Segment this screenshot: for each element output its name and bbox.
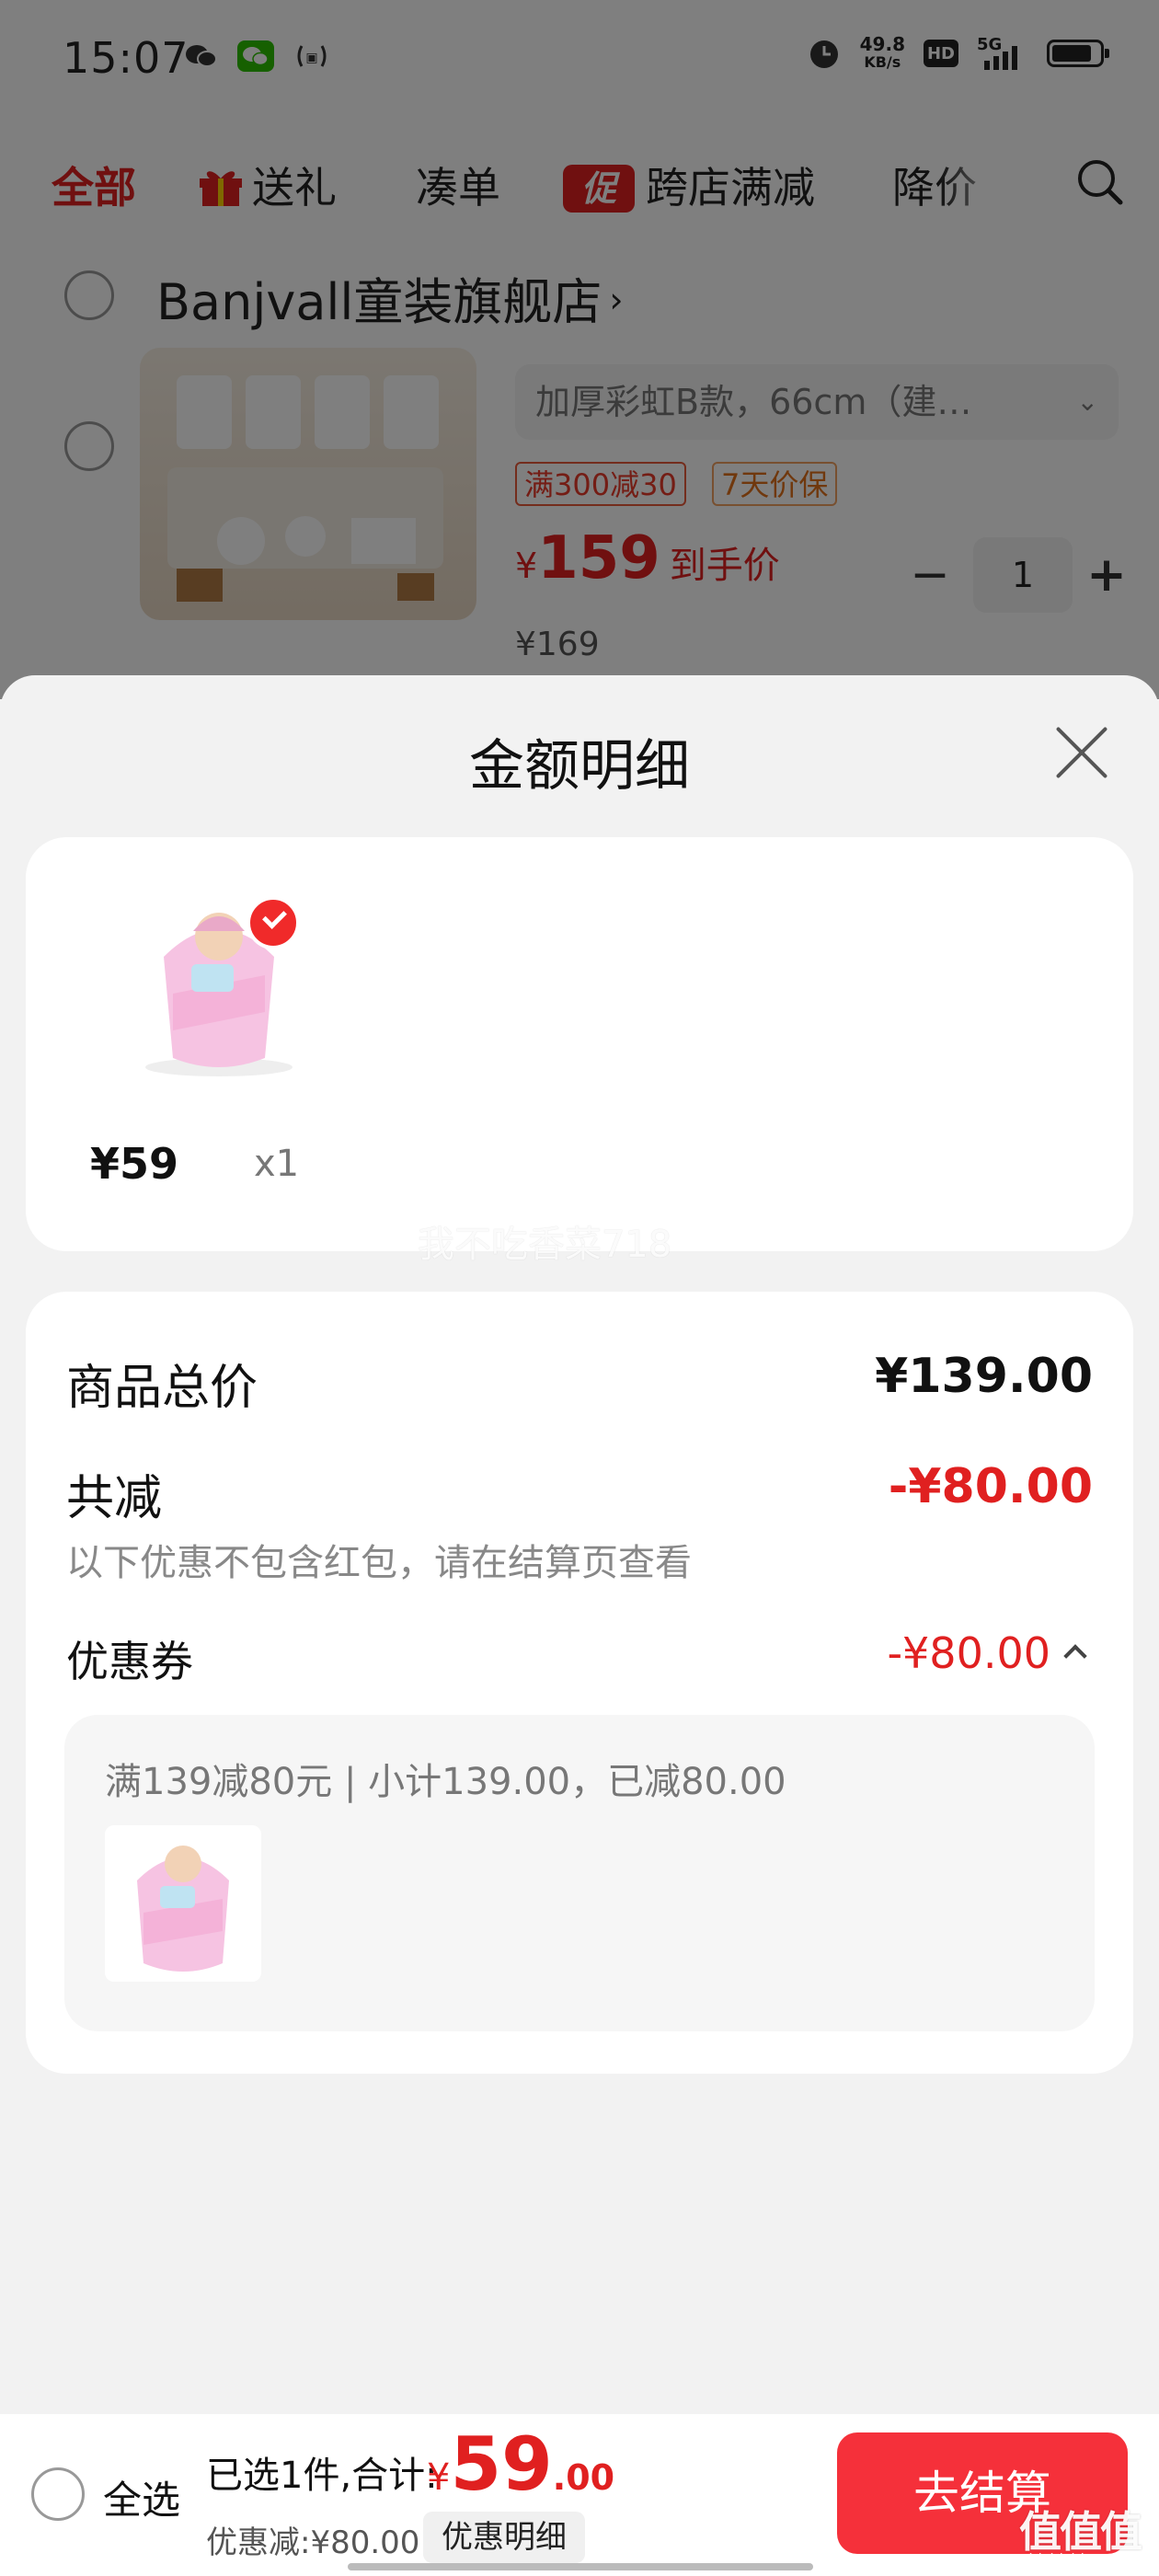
item-price: ¥59 — [90, 1139, 179, 1189]
close-icon[interactable] — [1052, 723, 1111, 782]
reduction-note: 以下优惠不包含红包，请在结算页查看 — [66, 1542, 692, 1584]
discount-detail-button[interactable]: 优惠明细 — [423, 2512, 585, 2563]
amount-detail-sheet: 金额明细 ¥59 x1 我不吃香菜718 商品总价 ¥139.00 共减 -¥8… — [0, 675, 1159, 2414]
modal-backdrop[interactable] — [0, 0, 1159, 699]
user-watermark: 我不吃香菜718 — [418, 1224, 672, 1266]
selected-summary: 已选1件,合计: — [206, 2455, 438, 2497]
total-amount: ¥59.00 — [427, 2421, 615, 2507]
goods-total-label: 商品总价 — [66, 1361, 258, 1416]
coupon-detail-box: 满139减80元 | 小计139.00，已减80.00 — [64, 1715, 1095, 2031]
discount-summary: 优惠减:¥80.00 — [206, 2524, 420, 2561]
checkout-bar: 全选 已选1件,合计: ¥59.00 优惠减:¥80.00 优惠明细 去结算 — [0, 2414, 1159, 2576]
item-quantity: x1 — [254, 1143, 300, 1185]
goods-total-value: ¥139.00 — [875, 1349, 1093, 1404]
selected-items-card: ¥59 x1 — [26, 837, 1133, 1251]
coupon-label: 优惠券 — [66, 1637, 193, 1686]
selected-check-icon — [247, 896, 300, 949]
coupon-item-image[interactable] — [105, 1825, 261, 1982]
coupon-toggle[interactable]: -¥80.00 — [887, 1628, 1087, 1678]
total-reduction-value: -¥80.00 — [888, 1459, 1093, 1514]
select-all-label[interactable]: 全选 — [103, 2469, 180, 2525]
coupon-detail-text: 满139减80元 | 小计139.00，已减80.00 — [105, 1761, 786, 1803]
home-indicator[interactable] — [348, 2563, 813, 2570]
chevron-up-icon — [1063, 1644, 1087, 1668]
select-all-radio[interactable] — [31, 2467, 85, 2521]
site-watermark-url: zhizhizhi.com — [1021, 2550, 1121, 2568]
price-breakdown-card: 商品总价 ¥139.00 共减 -¥80.00 以下优惠不包含红包，请在结算页查… — [26, 1292, 1133, 2074]
sheet-title: 金额明细 — [469, 734, 690, 799]
total-reduction-label: 共减 — [66, 1471, 163, 1526]
